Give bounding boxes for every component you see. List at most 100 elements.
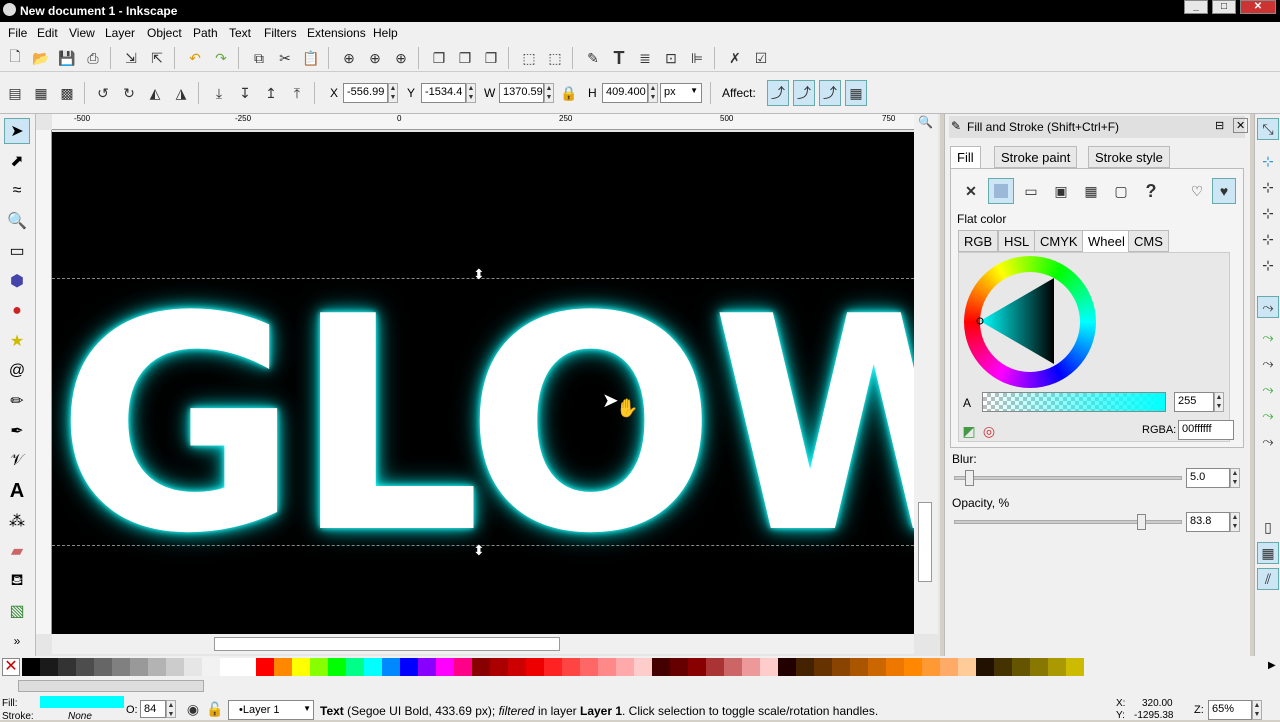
palette-swatch[interactable] (400, 658, 418, 676)
horizontal-scroll-thumb[interactable] (214, 637, 560, 651)
palette-swatch[interactable] (958, 658, 976, 676)
spray-tool-icon[interactable]: ⁂ (4, 508, 30, 534)
palette-swatch[interactable] (1012, 658, 1030, 676)
zoom-input[interactable]: 65% (1208, 700, 1252, 720)
align-distribute-icon[interactable]: ⊫ (686, 47, 708, 69)
snap-nodes-icon[interactable]: ⤳ (1257, 296, 1279, 318)
palette-swatch[interactable] (94, 658, 112, 676)
alpha-input[interactable]: 255 (1174, 392, 1214, 412)
palette-swatch[interactable] (904, 658, 922, 676)
palette-swatch[interactable] (148, 658, 166, 676)
minimize-button[interactable]: _ (1184, 0, 1208, 14)
glow-text[interactable]: GLOW (56, 278, 914, 574)
palette-swatch[interactable] (472, 658, 490, 676)
rgba-input[interactable]: 00ffffff (1178, 420, 1234, 440)
status-scroll[interactable] (18, 680, 204, 692)
snap-path-icon[interactable]: ⤳ (1257, 326, 1279, 348)
menu-filters[interactable]: Filters (264, 26, 297, 40)
vertical-scrollbar[interactable] (914, 132, 938, 634)
menu-text[interactable]: Text (229, 26, 251, 40)
snap-smooth-icon[interactable]: ⤳ (1257, 404, 1279, 426)
rotate-ccw-icon[interactable]: ↺ (92, 82, 114, 104)
palette-swatch[interactable] (796, 658, 814, 676)
x-spin-arrows[interactable]: ▲ ▼ (388, 83, 398, 103)
snap-cusp-icon[interactable]: ⤳ (1257, 378, 1279, 400)
palette-swatch[interactable] (166, 658, 184, 676)
snap-midpoint-icon[interactable]: ⤳ (1257, 430, 1279, 452)
menu-help[interactable]: Help (373, 26, 398, 40)
pencil-tool-icon[interactable]: ✏ (4, 388, 30, 414)
text-font-icon[interactable]: T (608, 47, 630, 69)
y-input[interactable]: -1534.4 (421, 83, 466, 103)
tab-fill[interactable]: Fill (950, 146, 981, 168)
palette-swatch[interactable] (256, 658, 274, 676)
node-tool-icon[interactable]: ⬈ (4, 148, 30, 174)
color-wheel[interactable] (964, 256, 1096, 388)
zoom-selection-icon[interactable]: ⊕ (338, 47, 360, 69)
document-properties-icon[interactable]: ☑ (750, 47, 772, 69)
pen-tool-icon[interactable]: ✒ (4, 418, 30, 444)
opacity-slider[interactable] (954, 514, 1182, 530)
palette-swatch[interactable] (544, 658, 562, 676)
flip-horizontal-icon[interactable]: ◭ (144, 82, 166, 104)
ellipse-tool-icon[interactable]: ● (4, 298, 30, 324)
opacity-status-spin[interactable]: ▲ ▼ (166, 700, 176, 718)
opacity-input[interactable]: 83.8 (1186, 512, 1230, 532)
mode-cms[interactable]: CMS (1128, 230, 1169, 252)
snap-guide-icon[interactable]: ⫽ (1257, 568, 1279, 590)
mode-hsl[interactable]: HSL (998, 230, 1036, 252)
palette-swatch[interactable] (562, 658, 580, 676)
layers-icon[interactable]: ≣ (634, 47, 656, 69)
palette-swatch[interactable] (202, 658, 220, 676)
palette-swatch[interactable] (670, 658, 688, 676)
palette-swatch[interactable] (652, 658, 670, 676)
y-spin-arrows[interactable]: ▲ ▼ (466, 83, 476, 103)
stroke-value[interactable]: None (68, 711, 92, 722)
x-input[interactable]: -556.99 (343, 83, 388, 103)
palette-swatch[interactable] (616, 658, 634, 676)
3d-box-tool-icon[interactable]: ⬢ (4, 268, 30, 294)
palette-swatch[interactable] (274, 658, 292, 676)
palette-swatch[interactable] (634, 658, 652, 676)
palette-swatch[interactable] (706, 658, 724, 676)
rotate-cw-icon[interactable]: ↻ (118, 82, 140, 104)
alpha-spin-arrows[interactable]: ▲ ▼ (1214, 392, 1224, 412)
opacity-slider-thumb[interactable] (1137, 514, 1146, 530)
snap-bbox-corner-icon[interactable]: ⊹ (1257, 202, 1279, 224)
fill-rule-nonzero-icon[interactable]: ♥ (1212, 178, 1236, 204)
print-icon[interactable]: ⎙ (82, 47, 104, 69)
rectangle-tool-icon[interactable]: ▭ (4, 238, 30, 264)
w-spin-arrows[interactable]: ▲ ▼ (544, 83, 554, 103)
palette-swatch[interactable] (760, 658, 778, 676)
tab-stroke-paint[interactable]: Stroke paint (994, 146, 1078, 168)
select-all-layers-icon[interactable]: ▦ (30, 82, 52, 104)
menu-layer[interactable]: Layer (105, 26, 135, 40)
palette-swatch[interactable] (526, 658, 544, 676)
text-tool-icon[interactable]: A (4, 478, 30, 504)
affect-stroke-width-icon[interactable]: ⤴ (767, 80, 789, 106)
swatch-icon[interactable]: ▢ (1110, 180, 1132, 202)
palette-swatch[interactable] (382, 658, 400, 676)
palette-swatch[interactable] (40, 658, 58, 676)
paste-icon[interactable]: 📋 (300, 47, 322, 69)
palette-swatch[interactable] (22, 658, 40, 676)
affect-gradients-icon[interactable]: ⤴ (819, 80, 841, 106)
snap-intersection-icon[interactable]: ⤳ (1257, 352, 1279, 374)
menu-extensions[interactable]: Extensions (307, 26, 366, 40)
palette-swatch[interactable] (292, 658, 310, 676)
pattern-icon[interactable]: ▦ (1080, 180, 1102, 202)
snap-bbox-mid-icon[interactable]: ⊹ (1257, 228, 1279, 250)
fill-color-indicator[interactable] (40, 696, 124, 708)
mode-cmyk[interactable]: CMYK (1034, 230, 1084, 252)
select-all-icon[interactable]: ▤ (4, 82, 26, 104)
palette-swatch[interactable] (220, 658, 238, 676)
palette-swatch[interactable] (184, 658, 202, 676)
blur-slider-thumb[interactable] (965, 470, 974, 486)
no-color-swatch[interactable]: ✕ (2, 658, 20, 676)
copy-icon[interactable]: ⧉ (248, 47, 270, 69)
unset-paint-icon[interactable]: ? (1140, 180, 1162, 202)
eraser-tool-icon[interactable]: ▰ (4, 538, 30, 564)
menu-view[interactable]: View (69, 26, 95, 40)
calligraphy-tool-icon[interactable]: 𝒱 (4, 448, 30, 474)
palette-swatch[interactable] (76, 658, 94, 676)
